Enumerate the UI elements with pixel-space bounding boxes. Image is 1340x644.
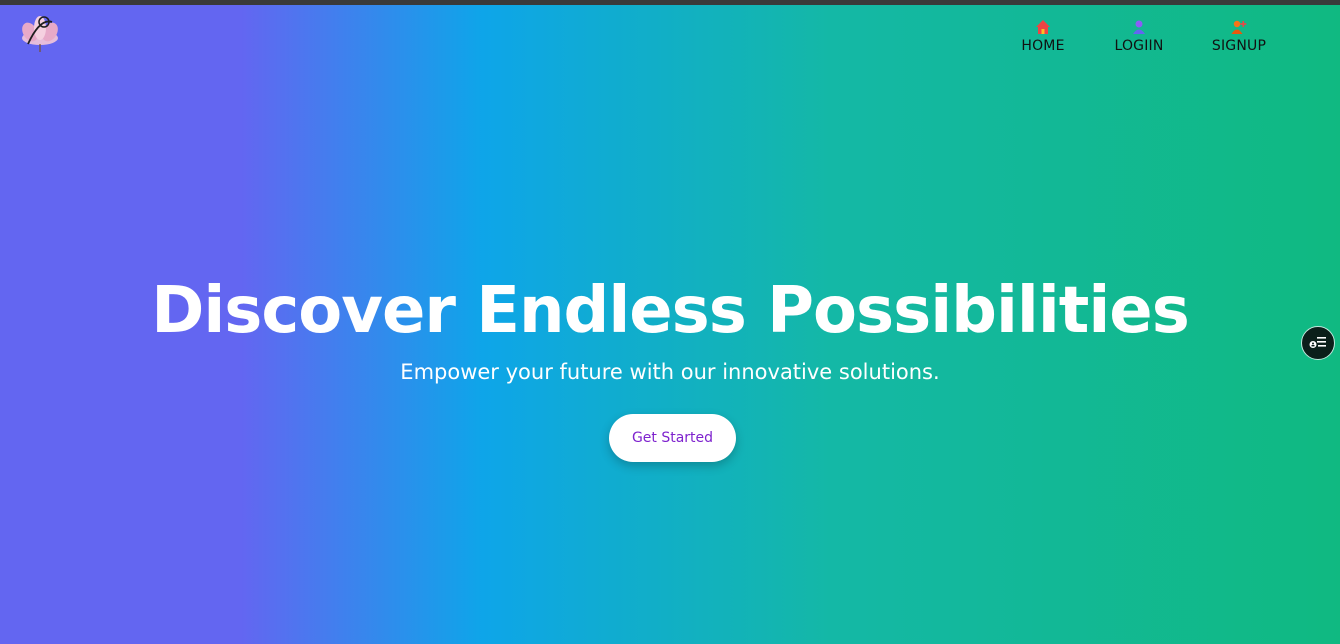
nav-login-label: LOGIIN: [1114, 38, 1164, 54]
nav-home-label: HOME: [1021, 38, 1065, 54]
nav-login[interactable]: LOGIIN: [1090, 18, 1188, 54]
page: HOME LOGIIN SIGNUP Discover Endless Poss…: [0, 0, 1340, 644]
home-icon: [1034, 18, 1052, 36]
hero-subtitle: Empower your future with our innovative …: [400, 360, 940, 384]
get-started-button[interactable]: Get Started: [609, 414, 736, 462]
site-logo[interactable]: [18, 10, 62, 54]
nav-signup[interactable]: SIGNUP: [1188, 18, 1290, 54]
hero-title: Discover Endless Possibilities: [151, 274, 1190, 348]
top-strip: [0, 0, 1340, 5]
accessibility-menu-button[interactable]: [1301, 326, 1335, 360]
accessibility-menu-icon: [1309, 337, 1326, 348]
nav-home[interactable]: HOME: [996, 18, 1090, 54]
user-icon: [1130, 18, 1148, 36]
main-nav: HOME LOGIIN SIGNUP: [996, 18, 1290, 54]
user-plus-icon: [1230, 18, 1248, 36]
hero-section: Discover Endless Possibilities Empower y…: [0, 268, 1340, 386]
nav-signup-label: SIGNUP: [1211, 38, 1267, 54]
lotus-pen-logo: [22, 16, 58, 52]
